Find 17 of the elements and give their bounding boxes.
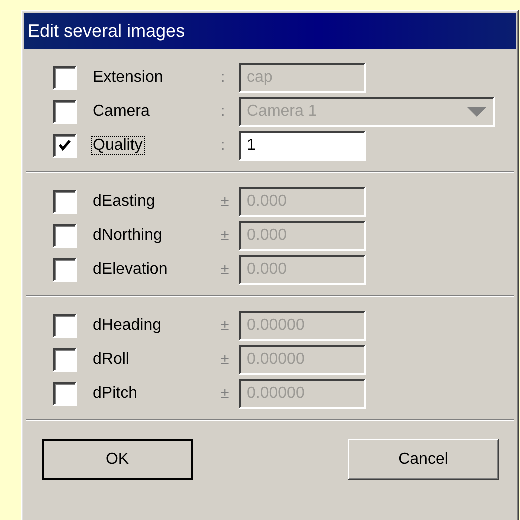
separator-text: :	[221, 136, 226, 156]
dropdown-arrow-icon	[467, 107, 487, 117]
separator-text: ±	[221, 350, 230, 370]
separator-text: :	[221, 102, 226, 122]
separator-text: ±	[221, 192, 230, 212]
dialog-button[interactable]: Cancel	[348, 439, 499, 480]
window-title: Edit several images	[24, 13, 516, 49]
separator-text: ±	[221, 384, 230, 404]
input-field[interactable]: 1	[239, 131, 366, 161]
dialog-button[interactable]: OK	[42, 439, 193, 480]
checkbox[interactable]	[53, 134, 77, 158]
check-icon	[58, 139, 72, 153]
separator-text: ±	[221, 226, 230, 246]
separator-text: :	[221, 68, 226, 88]
checkbox-label[interactable]: Quality	[91, 136, 145, 155]
separator-text: ±	[221, 260, 230, 280]
separator-text: ±	[221, 316, 230, 336]
